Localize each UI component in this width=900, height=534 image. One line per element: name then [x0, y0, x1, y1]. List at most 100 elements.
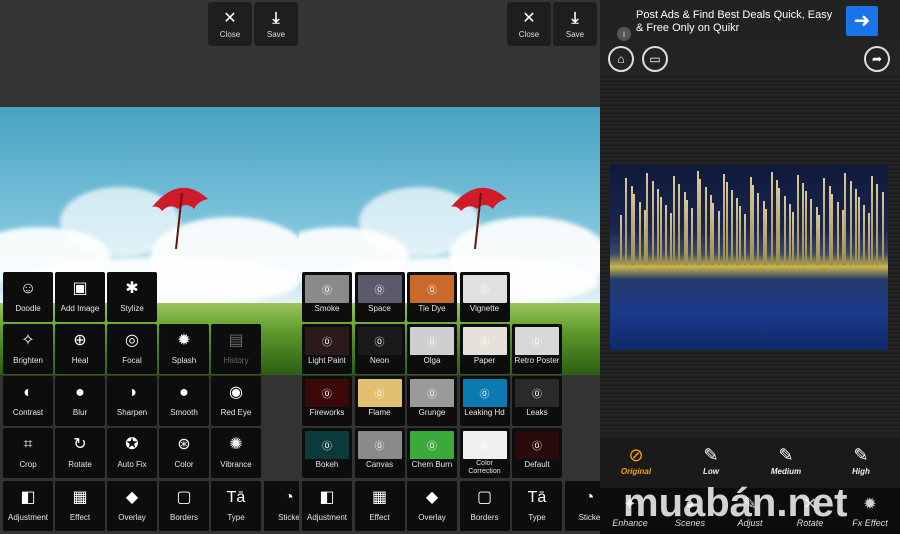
tool-label: Blur — [72, 408, 88, 417]
effect-space[interactable]: Space — [354, 272, 405, 322]
tool-icon: ◧ — [319, 489, 335, 506]
share-icon: ➦ — [871, 52, 883, 66]
level-original[interactable]: ⊘ Original — [606, 443, 666, 476]
effect-flame[interactable]: Flame — [354, 376, 405, 426]
tool-red-eye[interactable]: ◉ Red Eye — [211, 376, 261, 426]
effect-olga[interactable]: Olga — [407, 324, 457, 374]
tool-icon: ▤ — [228, 332, 244, 349]
mode-icon: ✹ — [863, 496, 877, 513]
effect-color-correction[interactable]: Color Correction — [459, 428, 510, 478]
tool-add-image[interactable]: ▣ Add Image — [55, 272, 105, 322]
effect-canvas[interactable]: Canvas — [354, 428, 405, 478]
tool-label: Overlay — [418, 513, 446, 522]
tool-vibrance[interactable]: ✺ Vibrance — [211, 428, 261, 478]
effect-thumbnail — [462, 379, 507, 407]
tool-color[interactable]: ⊛ Color — [159, 428, 209, 478]
effect-retro-poster[interactable]: Retro Poster — [512, 324, 562, 374]
tool-effect[interactable]: ▦ Effect — [55, 481, 105, 531]
home-icon: ⌂ — [617, 52, 625, 66]
effect-fireworks[interactable]: Fireworks — [302, 376, 352, 426]
tool-adjustment[interactable]: ◧ Adjustment — [302, 481, 352, 531]
tool-type[interactable]: Tā Type — [211, 481, 261, 531]
tool-auto-fix[interactable]: ✪ Auto Fix — [107, 428, 157, 478]
close-button[interactable]: ✕ Close — [208, 2, 252, 46]
tool-effect[interactable]: ▦ Effect — [354, 481, 405, 531]
save-button[interactable]: ⤓ Save — [254, 2, 298, 46]
effect-neon[interactable]: Neon — [354, 324, 405, 374]
tool-heal[interactable]: ⊕ Heal — [55, 324, 105, 374]
effect-tie-dye[interactable]: Tie Dye — [407, 272, 457, 322]
tool-adjustment[interactable]: ◧ Adjustment — [3, 481, 53, 531]
tool-rotate[interactable]: ↻ Rotate — [55, 428, 105, 478]
folder-button[interactable]: ▭ — [642, 46, 668, 72]
close-button[interactable]: ✕ Close — [507, 2, 551, 46]
tool-icon: ✪ — [125, 436, 139, 453]
tool-sticke[interactable]: ◔ Sticke — [564, 481, 600, 531]
tool-sharpen[interactable]: ◑ Sharpen — [107, 376, 157, 426]
tool-doodle[interactable]: ☺ Doodle — [3, 272, 53, 322]
tool-borders[interactable]: ▢ Borders — [459, 481, 510, 531]
tool-blur[interactable]: ● Blur — [55, 376, 105, 426]
close-label: Close — [518, 30, 540, 39]
effect-default[interactable]: Default — [512, 428, 562, 478]
effect-leaks[interactable]: Leaks — [512, 376, 562, 426]
effect-light-paint[interactable]: Light Paint — [302, 324, 352, 374]
tool-label: Focal — [122, 356, 142, 365]
tool-borders[interactable]: ▢ Borders — [159, 481, 209, 531]
info-icon[interactable]: i — [617, 27, 631, 41]
effect-paper[interactable]: Paper — [459, 324, 510, 374]
effect-label: Smoke — [314, 304, 340, 313]
tree-trunk — [651, 181, 654, 265]
effect-grunge[interactable]: Grunge — [407, 376, 457, 426]
tool-label: Adjustment — [7, 513, 49, 522]
effect-vignette[interactable]: Vignette — [459, 272, 510, 322]
tool-splash[interactable]: ✹ Splash — [159, 324, 209, 374]
level-low[interactable]: ✎ Low — [681, 443, 741, 476]
tool-crop[interactable]: ⌗ Crop — [3, 428, 53, 478]
tool-history[interactable]: ▤ History — [211, 324, 261, 374]
ad-banner[interactable]: Post Ads & Find Best Deals Quick, Easy &… — [600, 0, 900, 46]
tool-label: Borders — [470, 513, 499, 522]
tool-label: History — [223, 356, 249, 365]
tree-trunk — [625, 178, 628, 265]
home-button[interactable]: ⌂ — [608, 46, 634, 72]
tool-type[interactable]: Tā Type — [512, 481, 562, 531]
tool-icon: ▢ — [476, 489, 493, 506]
tree-trunk — [849, 181, 852, 265]
effect-smoke[interactable]: Smoke — [302, 272, 352, 322]
tool-contrast[interactable]: ◐ Contrast — [3, 376, 53, 426]
tool-overlay[interactable]: ◆ Overlay — [407, 481, 457, 531]
save-label: Save — [266, 30, 286, 39]
tree-trunk — [717, 211, 720, 265]
tool-overlay[interactable]: ◆ Overlay — [107, 481, 157, 531]
tool-focal[interactable]: ◎ Focal — [107, 324, 157, 374]
tool-stylize[interactable]: ✱ Stylize — [107, 272, 157, 322]
effect-leaking-hd[interactable]: Leaking Hd — [459, 376, 510, 426]
tool-sticke[interactable]: ◔ Sticke — [264, 481, 299, 531]
tool-icon: ⌗ — [23, 436, 33, 453]
tree-trunk — [691, 208, 694, 265]
save-icon: ⤓ — [571, 10, 579, 27]
arrow-right-icon[interactable]: ➜ — [846, 6, 878, 36]
tool-brighten[interactable]: ✧ Brighten — [3, 324, 53, 374]
level-medium[interactable]: ✎ Medium — [756, 443, 816, 476]
tool-label: Type — [227, 513, 245, 522]
tool-label: Auto Fix — [117, 460, 147, 469]
tool-label: Doodle — [15, 304, 41, 313]
tool-icon: Tā — [527, 489, 547, 506]
mode-fx-effect[interactable]: ✹ Fx Effect — [840, 492, 900, 528]
effect-thumbnail — [462, 275, 507, 303]
tool-smooth[interactable]: ● Smooth — [159, 376, 209, 426]
tree-trunk — [646, 173, 649, 265]
tree-trunk — [659, 197, 662, 265]
tool-icon: ▦ — [72, 489, 88, 506]
effect-bokeh[interactable]: Bokeh — [302, 428, 352, 478]
effect-chem-burn[interactable]: Chem Burn — [407, 428, 457, 478]
save-button[interactable]: ⤓ Save — [553, 2, 597, 46]
forest-photo[interactable] — [610, 165, 888, 350]
level-high[interactable]: ✎ High — [831, 443, 891, 476]
tool-label: Sticke — [578, 513, 600, 522]
tool-label: Type — [528, 513, 546, 522]
share-button[interactable]: ➦ — [864, 46, 890, 72]
tool-icon: ◆ — [125, 489, 139, 506]
